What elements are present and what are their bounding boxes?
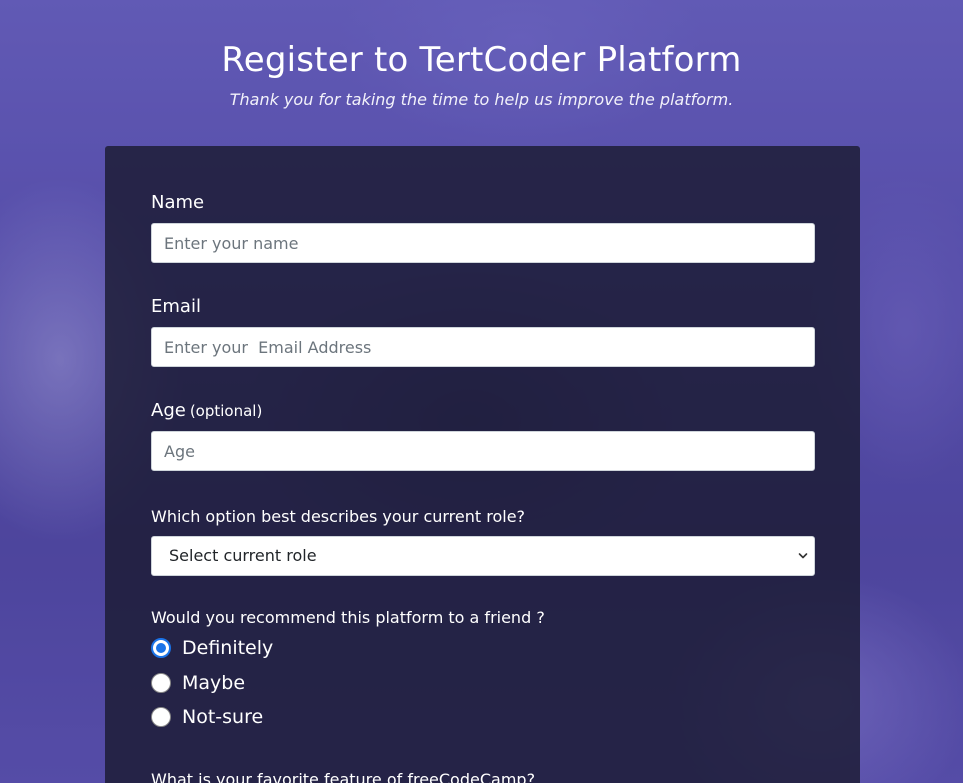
chevron-down-icon [798, 553, 808, 559]
recommend-group: Would you recommend this platform to a f… [151, 608, 815, 735]
favorite-feature-group: What is your favorite feature of freeCod… [151, 770, 815, 783]
recommend-label: Would you recommend this platform to a f… [151, 608, 545, 627]
radio-button-maybe[interactable] [151, 672, 171, 693]
page-header: Register to TertCoder Platform Thank you… [0, 40, 963, 109]
name-label: Name [151, 192, 205, 213]
radio-option-not-sure[interactable]: Not-sure [151, 700, 815, 735]
role-group: Which option best describes your current… [151, 507, 815, 576]
radio-button-not-sure[interactable] [151, 707, 171, 728]
radio-label-not-sure[interactable]: Not-sure [182, 706, 263, 728]
age-label: Age [151, 400, 186, 421]
radio-option-definitely[interactable]: Definitely [151, 631, 815, 666]
favorite-feature-label: What is your favorite feature of freeCod… [151, 770, 536, 783]
name-input[interactable] [151, 223, 815, 263]
radio-option-maybe[interactable]: Maybe [151, 666, 815, 701]
email-group: Email [151, 296, 815, 367]
age-label-row: Age (optional) [151, 400, 815, 421]
email-label: Email [151, 296, 201, 317]
page-description: Thank you for taking the time to help us… [229, 90, 734, 109]
age-group: Age (optional) [151, 400, 815, 471]
survey-form: Name Email Age(optional) Which option be… [105, 146, 860, 783]
radio-label-definitely[interactable]: Definitely [182, 637, 273, 659]
email-input[interactable] [151, 327, 815, 367]
radio-label-maybe[interactable]: Maybe [182, 672, 245, 694]
age-input[interactable] [151, 431, 815, 471]
role-dropdown[interactable]: Select current role [151, 536, 815, 576]
role-label: Which option best describes your current… [151, 507, 526, 526]
name-group: Name [151, 192, 815, 263]
role-dropdown-value: Select current role [169, 546, 317, 565]
radio-button-definitely[interactable] [151, 638, 171, 659]
age-optional-label: (optional) [189, 402, 263, 420]
page-title: Register to TertCoder Platform [221, 40, 742, 80]
